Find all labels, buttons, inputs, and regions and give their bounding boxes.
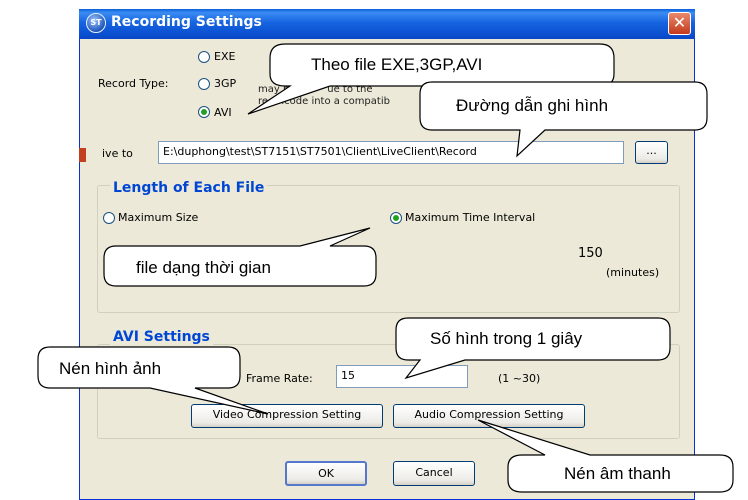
callout-save-path-shape <box>419 81 708 158</box>
callout-time-file: file dạng thời gian <box>136 258 271 277</box>
callout-shapes <box>37 43 734 493</box>
callout-frames-per-second: Số hình trong 1 giây <box>430 329 583 348</box>
callout-audio-compress: Nén âm thanh <box>564 464 671 483</box>
callout-image-compress-shape <box>37 346 269 415</box>
callout-image-compress: Nén hình ảnh <box>59 359 162 378</box>
callout-file-types: Theo file EXE,3GP,AVI <box>311 55 483 74</box>
callout-save-path: Đường dẫn ghi hình <box>456 96 609 115</box>
